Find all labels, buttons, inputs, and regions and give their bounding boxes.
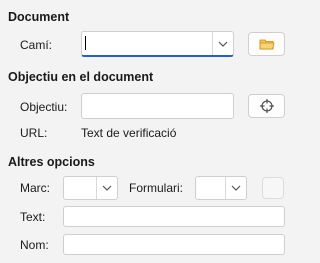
url-value: Text de verificació (81, 126, 177, 140)
text-label: Text: (20, 210, 46, 224)
target-crosshair-icon (259, 99, 274, 113)
form-dropdown-button[interactable] (225, 177, 246, 199)
target-input[interactable] (81, 93, 234, 119)
section-heading-document: Document (8, 10, 70, 24)
chevron-down-icon (102, 185, 112, 191)
path-label: Camí: (20, 38, 53, 52)
frame-combobox[interactable] (63, 176, 118, 200)
text-caret (85, 36, 86, 50)
section-heading-target: Objectiu en el document (8, 70, 154, 84)
frame-dropdown-button[interactable] (96, 177, 117, 199)
text-input[interactable] (63, 206, 285, 227)
chevron-down-icon (218, 41, 228, 47)
path-combobox[interactable] (81, 31, 234, 57)
frame-label: Marc: (20, 181, 50, 195)
name-label: Nom: (20, 238, 49, 252)
section-heading-other-options: Altres opcions (8, 155, 95, 169)
target-navigator-button[interactable] (248, 94, 285, 118)
form-combobox[interactable] (195, 176, 247, 200)
chevron-down-icon (231, 185, 241, 191)
events-button[interactable] (262, 177, 284, 199)
open-file-button[interactable] (248, 32, 285, 56)
url-label: URL: (20, 126, 48, 140)
folder-icon (259, 39, 275, 50)
form-label: Formulari: (129, 181, 184, 195)
name-input[interactable] (63, 234, 285, 255)
path-dropdown-button[interactable] (212, 32, 233, 55)
target-label: Objectiu: (20, 100, 68, 114)
